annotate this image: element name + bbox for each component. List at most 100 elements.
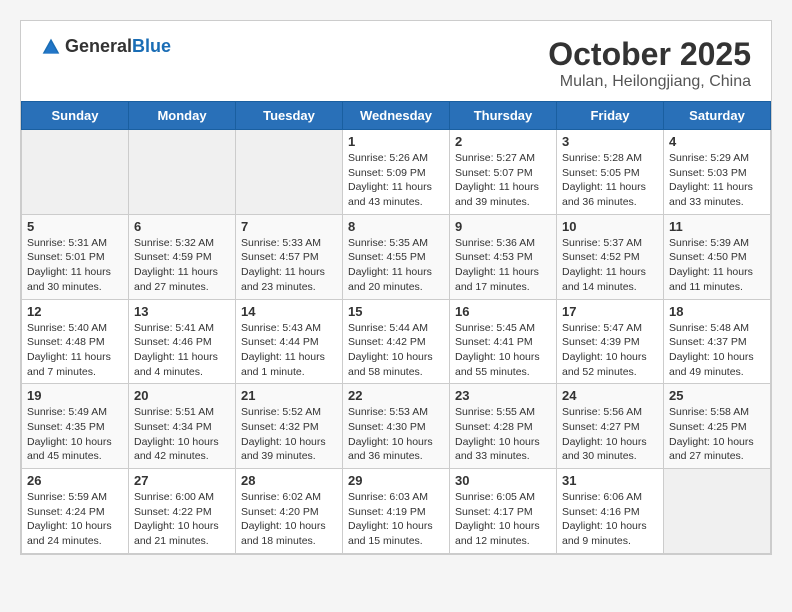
day-number: 29 xyxy=(348,473,444,488)
calendar-cell: 15Sunrise: 5:44 AM Sunset: 4:42 PM Dayli… xyxy=(343,299,450,384)
calendar-cell: 29 Sunrise: 6:03 AM Sunset: 4:19 PM Dayli… xyxy=(343,469,450,554)
calendar-cell: 25Sunrise: 5:58 AM Sunset: 4:25 PM Dayli… xyxy=(664,384,771,469)
day-info: Sunrise: 5:53 AM Sunset: 4:30 PM Dayligh… xyxy=(348,405,444,464)
calendar-cell: 12 Sunrise: 5:40 AM Sunset: 4:48 PM Dayli… xyxy=(22,299,129,384)
day-number: 31 xyxy=(562,473,658,488)
calendar-cell: 18 Sunrise: 5:48 AM Sunset: 4:37 PM Dayli… xyxy=(664,299,771,384)
logo-blue: Blue xyxy=(132,36,171,56)
day-of-week-header: Friday xyxy=(557,102,664,130)
calendar-cell: 1 Sunrise: 5:26 AM Sunset: 5:09 PM Daylig… xyxy=(343,130,450,215)
day-info: Sunrise: 5:32 AM Sunset: 4:59 PM Dayligh… xyxy=(134,236,230,295)
day-number: 2 xyxy=(455,134,551,149)
day-number: 23 xyxy=(455,388,551,403)
day-of-week-header: Tuesday xyxy=(236,102,343,130)
day-number: 28 xyxy=(241,473,337,488)
day-number: 30 xyxy=(455,473,551,488)
day-of-week-header: Saturday xyxy=(664,102,771,130)
calendar-cell: 11Sunrise: 5:39 AM Sunset: 4:50 PM Dayli… xyxy=(664,214,771,299)
day-number: 5 xyxy=(27,219,123,234)
day-info: Sunrise: 5:27 AM Sunset: 5:07 PM Dayligh… xyxy=(455,151,551,210)
day-info: Sunrise: 5:35 AM Sunset: 4:55 PM Dayligh… xyxy=(348,236,444,295)
calendar-cell: 24 Sunrise: 5:56 AM Sunset: 4:27 PM Dayli… xyxy=(557,384,664,469)
calendar-cell: 14 Sunrise: 5:43 AM Sunset: 4:44 PM Dayli… xyxy=(236,299,343,384)
day-number: 8 xyxy=(348,219,444,234)
day-number: 20 xyxy=(134,388,230,403)
calendar-cell xyxy=(236,130,343,215)
calendar-cell xyxy=(664,469,771,554)
day-number: 16 xyxy=(455,304,551,319)
calendar-cell: 31 Sunrise: 6:06 AM Sunset: 4:16 PM Dayli… xyxy=(557,469,664,554)
day-of-week-header: Sunday xyxy=(22,102,129,130)
day-info: Sunrise: 5:47 AM Sunset: 4:39 PM Dayligh… xyxy=(562,321,658,380)
calendar-cell: 6 Sunrise: 5:32 AM Sunset: 4:59 PM Daylig… xyxy=(129,214,236,299)
day-info: Sunrise: 6:06 AM Sunset: 4:16 PM Dayligh… xyxy=(562,490,658,549)
calendar-cell: 22Sunrise: 5:53 AM Sunset: 4:30 PM Dayli… xyxy=(343,384,450,469)
day-number: 1 xyxy=(348,134,444,149)
calendar-cell: 23 Sunrise: 5:55 AM Sunset: 4:28 PM Dayli… xyxy=(450,384,557,469)
day-number: 10 xyxy=(562,219,658,234)
calendar-cell: 17 Sunrise: 5:47 AM Sunset: 4:39 PM Dayli… xyxy=(557,299,664,384)
calendar-cell: 13Sunrise: 5:41 AM Sunset: 4:46 PM Dayli… xyxy=(129,299,236,384)
day-number: 6 xyxy=(134,219,230,234)
day-info: Sunrise: 5:56 AM Sunset: 4:27 PM Dayligh… xyxy=(562,405,658,464)
day-number: 11 xyxy=(669,219,765,234)
day-info: Sunrise: 5:37 AM Sunset: 4:52 PM Dayligh… xyxy=(562,236,658,295)
logo: GeneralBlue xyxy=(41,36,171,57)
calendar-week-row: 26 Sunrise: 5:59 AM Sunset: 4:24 PM Dayli… xyxy=(22,469,771,554)
calendar-cell: 27 Sunrise: 6:00 AM Sunset: 4:22 PM Dayli… xyxy=(129,469,236,554)
day-info: Sunrise: 6:03 AM Sunset: 4:19 PM Dayligh… xyxy=(348,490,444,549)
day-info: Sunrise: 5:41 AM Sunset: 4:46 PM Dayligh… xyxy=(134,321,230,380)
day-info: Sunrise: 6:00 AM Sunset: 4:22 PM Dayligh… xyxy=(134,490,230,549)
day-info: Sunrise: 5:26 AM Sunset: 5:09 PM Dayligh… xyxy=(348,151,444,210)
day-info: Sunrise: 5:29 AM Sunset: 5:03 PM Dayligh… xyxy=(669,151,765,210)
calendar-cell: 30 Sunrise: 6:05 AM Sunset: 4:17 PM Dayli… xyxy=(450,469,557,554)
day-number: 21 xyxy=(241,388,337,403)
calendar-week-row: 12 Sunrise: 5:40 AM Sunset: 4:48 PM Dayli… xyxy=(22,299,771,384)
day-info: Sunrise: 5:28 AM Sunset: 5:05 PM Dayligh… xyxy=(562,151,658,210)
calendar-cell: 20 Sunrise: 5:51 AM Sunset: 4:34 PM Dayli… xyxy=(129,384,236,469)
day-of-week-header: Thursday xyxy=(450,102,557,130)
day-info: Sunrise: 6:05 AM Sunset: 4:17 PM Dayligh… xyxy=(455,490,551,549)
day-info: Sunrise: 5:52 AM Sunset: 4:32 PM Dayligh… xyxy=(241,405,337,464)
day-info: Sunrise: 5:40 AM Sunset: 4:48 PM Dayligh… xyxy=(27,321,123,380)
logo-general: General xyxy=(65,36,132,56)
calendar-cell: 9Sunrise: 5:36 AM Sunset: 4:53 PM Daylig… xyxy=(450,214,557,299)
header: GeneralBlue October 2025 Mulan, Heilongj… xyxy=(21,21,771,101)
calendar-cell: 7Sunrise: 5:33 AM Sunset: 4:57 PM Daylig… xyxy=(236,214,343,299)
day-number: 19 xyxy=(27,388,123,403)
calendar-cell: 16Sunrise: 5:45 AM Sunset: 4:41 PM Dayli… xyxy=(450,299,557,384)
day-number: 18 xyxy=(669,304,765,319)
day-info: Sunrise: 5:48 AM Sunset: 4:37 PM Dayligh… xyxy=(669,321,765,380)
calendar-header: SundayMondayTuesdayWednesdayThursdayFrid… xyxy=(22,102,771,130)
calendar-cell: 28Sunrise: 6:02 AM Sunset: 4:20 PM Dayli… xyxy=(236,469,343,554)
day-of-week-header: Wednesday xyxy=(343,102,450,130)
location-title: Mulan, Heilongjiang, China xyxy=(548,73,751,91)
day-number: 7 xyxy=(241,219,337,234)
day-number: 14 xyxy=(241,304,337,319)
calendar-week-row: 1 Sunrise: 5:26 AM Sunset: 5:09 PM Daylig… xyxy=(22,130,771,215)
day-number: 27 xyxy=(134,473,230,488)
calendar-table: SundayMondayTuesdayWednesdayThursdayFrid… xyxy=(21,101,771,554)
day-number: 24 xyxy=(562,388,658,403)
logo-icon xyxy=(41,37,61,57)
day-info: Sunrise: 5:58 AM Sunset: 4:25 PM Dayligh… xyxy=(669,405,765,464)
calendar-cell: 5Sunrise: 5:31 AM Sunset: 5:01 PM Daylig… xyxy=(22,214,129,299)
day-number: 4 xyxy=(669,134,765,149)
day-info: Sunrise: 5:51 AM Sunset: 4:34 PM Dayligh… xyxy=(134,405,230,464)
calendar-body: 1 Sunrise: 5:26 AM Sunset: 5:09 PM Daylig… xyxy=(22,130,771,554)
calendar-cell: 19Sunrise: 5:49 AM Sunset: 4:35 PM Dayli… xyxy=(22,384,129,469)
calendar-cell: 8 Sunrise: 5:35 AM Sunset: 4:55 PM Daylig… xyxy=(343,214,450,299)
day-number: 17 xyxy=(562,304,658,319)
calendar-cell: 3Sunrise: 5:28 AM Sunset: 5:05 PM Daylig… xyxy=(557,130,664,215)
day-number: 15 xyxy=(348,304,444,319)
day-info: Sunrise: 5:43 AM Sunset: 4:44 PM Dayligh… xyxy=(241,321,337,380)
calendar-cell: 26 Sunrise: 5:59 AM Sunset: 4:24 PM Dayli… xyxy=(22,469,129,554)
calendar-cell: 21 Sunrise: 5:52 AM Sunset: 4:32 PM Dayli… xyxy=(236,384,343,469)
day-number: 26 xyxy=(27,473,123,488)
day-info: Sunrise: 5:59 AM Sunset: 4:24 PM Dayligh… xyxy=(27,490,123,549)
day-number: 12 xyxy=(27,304,123,319)
calendar-cell: 2 Sunrise: 5:27 AM Sunset: 5:07 PM Daylig… xyxy=(450,130,557,215)
day-number: 9 xyxy=(455,219,551,234)
month-title: October 2025 xyxy=(548,36,751,73)
day-info: Sunrise: 5:55 AM Sunset: 4:28 PM Dayligh… xyxy=(455,405,551,464)
